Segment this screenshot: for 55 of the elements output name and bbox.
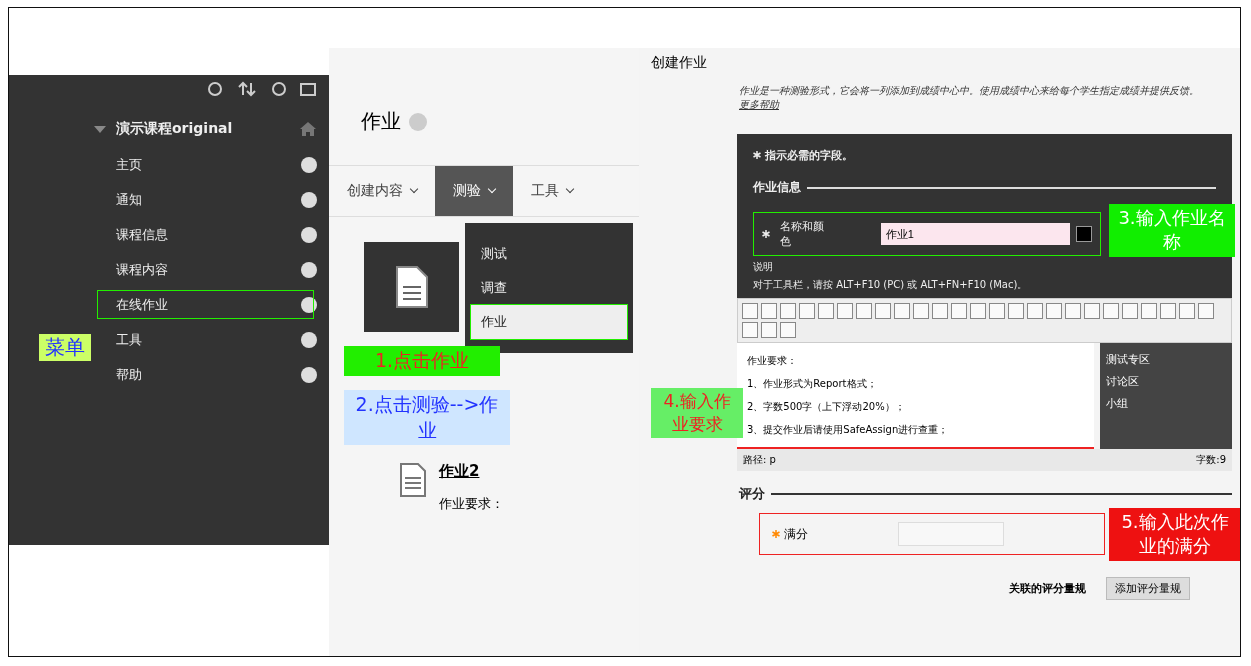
section-heading: 评分: [739, 485, 765, 503]
menu-tab[interactable]: 工具: [513, 166, 591, 216]
annotation-label: 菜单: [39, 334, 91, 361]
points-field[interactable]: [898, 522, 1004, 546]
menu-item[interactable]: 课程内容: [94, 252, 317, 287]
dropdown-item[interactable]: 调查: [471, 271, 627, 305]
menu-item[interactable]: 课程信息: [94, 217, 317, 252]
assignment-description: 作业要求：: [439, 495, 504, 513]
document-icon: [399, 462, 427, 498]
name-field[interactable]: 作业1: [880, 223, 1071, 245]
menu-item[interactable]: 工具: [94, 322, 317, 357]
word-count: 字数:9: [1196, 453, 1226, 467]
menu-tab[interactable]: 创建内容: [329, 166, 435, 216]
path-text: 路径: p: [743, 453, 776, 467]
editor-text: 1、作业形式为Report格式；: [747, 377, 878, 391]
panel-title: 创建作业: [650, 53, 708, 72]
editor-text: 3、提交作业后请使用SafeAssign进行查重；: [747, 423, 950, 437]
editor-text: 2、字数500字（上下浮动20%）；: [747, 400, 906, 414]
assignment-link[interactable]: 作业2: [439, 462, 504, 481]
callout-label: 1.点击作业: [344, 346, 500, 376]
callout-label: 3.输入作业名称: [1109, 204, 1235, 257]
field-label: 名称和颜色: [780, 219, 825, 249]
editor-text: 作业要求：: [747, 354, 798, 368]
menu-item[interactable]: 主页: [94, 147, 317, 182]
asterisk-icon: [762, 230, 770, 238]
color-picker[interactable]: [1076, 226, 1092, 242]
course-title: 演示课程original: [116, 120, 234, 138]
required-note: 指示必需的字段。: [765, 149, 853, 162]
home-icon[interactable]: [299, 121, 317, 137]
page-title: 作业: [361, 108, 401, 135]
asterisk-icon: [772, 530, 780, 538]
menu-item[interactable]: 通知: [94, 182, 317, 217]
collapse-triangle-icon[interactable]: [94, 125, 106, 133]
add-rubric-button[interactable]: 添加评分量规: [1106, 577, 1190, 600]
text-editor[interactable]: 作业要求： 1、作业形式为Report格式； 2、字数500字（上下浮动20%）； 3、提交作业后请使用SafeAssign进行查重；: [737, 343, 1094, 449]
menu-item[interactable]: 在线作业: [94, 287, 317, 322]
menu-item[interactable]: 小组: [1106, 393, 1226, 415]
menu-item[interactable]: 讨论区: [1106, 371, 1226, 393]
callout-label: 5.输入此次作业的满分: [1109, 508, 1240, 561]
section-heading: 作业信息: [753, 179, 801, 196]
callout-label: 2.点击测验-->作业: [344, 390, 510, 446]
callout-label: 4.输入作业要求: [651, 388, 743, 438]
help-link[interactable]: 更多帮助: [739, 99, 779, 110]
field-label: 说明: [753, 260, 774, 274]
field-label: 满分: [784, 525, 808, 543]
asterisk-icon: [753, 151, 761, 159]
dropdown-item[interactable]: 作业: [471, 305, 627, 339]
intro-text: 作业是一种测验形式，它会将一列添加到成绩中心中。使用成绩中心来给每个学生指定成绩并提供反馈。 更多帮助: [738, 84, 1200, 112]
document-icon: [394, 265, 429, 309]
menu-item[interactable]: 测试专区: [1106, 349, 1226, 371]
hint-text: 对于工具栏，请按 ALT+F10 (PC) 或 ALT+FN+F10 (Mac)。: [753, 278, 1029, 292]
dropdown-item[interactable]: 测试: [471, 237, 627, 271]
menu-tab[interactable]: 测验: [435, 166, 513, 216]
field-label: 关联的评分量规: [1009, 581, 1086, 596]
menu-item[interactable]: 帮助: [94, 357, 317, 392]
